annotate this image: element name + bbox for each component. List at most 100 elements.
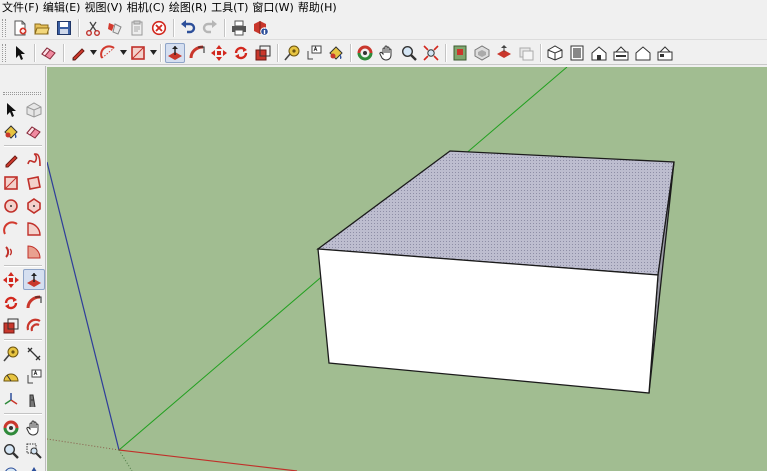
two-point-arc-icon — [27, 244, 41, 258]
3d-text-tool-button[interactable] — [23, 389, 45, 410]
new-icon — [14, 20, 27, 35]
rectangle-tool-button[interactable] — [0, 172, 22, 193]
top-view-icon — [570, 45, 584, 60]
push-pull-icon — [168, 45, 182, 60]
previous-view-tool-button[interactable] — [0, 463, 22, 471]
delete-button[interactable] — [149, 18, 169, 38]
back-view-button[interactable] — [633, 43, 653, 63]
polygon-tool-button[interactable] — [23, 195, 45, 216]
tape-measure-tool-button[interactable] — [282, 43, 302, 63]
redo-button[interactable] — [200, 18, 220, 38]
dimension-tool-button[interactable] — [23, 343, 45, 364]
pie-tool-button[interactable] — [23, 218, 45, 239]
make-component-tool-button[interactable] — [23, 99, 45, 120]
rectangle-icon — [4, 175, 18, 190]
rotate-tool-button[interactable] — [0, 292, 22, 313]
viewport-canvas[interactable] — [47, 67, 767, 471]
red-axis — [118, 449, 298, 471]
scale-tool-button[interactable] — [253, 43, 273, 63]
rotate-tool-button[interactable] — [231, 43, 251, 63]
front-view-button[interactable] — [589, 43, 609, 63]
orbit-tool-button[interactable] — [355, 43, 375, 63]
rotate-icon — [234, 46, 248, 59]
menu-help[interactable]: 帮助(H) — [298, 0, 341, 16]
print-button[interactable] — [229, 18, 249, 38]
offset-tool-button[interactable] — [23, 315, 45, 336]
zoom-extents-tool-button[interactable] — [421, 43, 441, 63]
zoom-window-tool-button[interactable] — [23, 440, 45, 461]
undo-button[interactable] — [178, 18, 198, 38]
menu-file[interactable]: 文件(F) — [2, 0, 43, 16]
palette-separator — [4, 265, 42, 266]
axes-tool-button[interactable] — [0, 389, 22, 410]
box-front-face[interactable] — [317, 248, 659, 394]
tape-measure-icon — [3, 346, 19, 362]
menu-edit[interactable]: 编辑(E) — [43, 0, 85, 16]
orbit-tool-button[interactable] — [0, 417, 22, 438]
line-tool-button[interactable] — [0, 149, 22, 170]
paint-bucket-tool-button[interactable] — [326, 43, 346, 63]
toolbar-grip[interactable] — [2, 18, 6, 37]
push-pull-tool-button[interactable] — [23, 269, 45, 290]
palette-grip[interactable] — [3, 92, 41, 95]
rotated-rectangle-tool-button[interactable] — [23, 172, 45, 193]
iso-view-button[interactable] — [545, 43, 565, 63]
arc-tool-button[interactable] — [98, 43, 118, 63]
pan-tool-button[interactable] — [23, 417, 45, 438]
upload-component-button[interactable] — [494, 43, 514, 63]
new-button[interactable] — [10, 18, 30, 38]
menu-view[interactable]: 视图(V) — [84, 0, 126, 16]
follow-me-tool-button[interactable] — [187, 43, 207, 63]
move-tool-button[interactable] — [209, 43, 229, 63]
open-button[interactable] — [32, 18, 52, 38]
arc-tool-button[interactable] — [0, 218, 22, 239]
eraser-tool-button[interactable] — [23, 121, 45, 142]
zoom-tool-button[interactable] — [0, 440, 22, 461]
modeling-viewport[interactable] — [47, 67, 767, 471]
protractor-tool-button[interactable] — [0, 366, 22, 387]
circle-tool-button[interactable] — [0, 195, 22, 216]
freehand-tool-button[interactable] — [23, 149, 45, 170]
text-tool-button[interactable] — [304, 43, 324, 63]
right-view-button[interactable] — [611, 43, 631, 63]
rectangle-dropdown[interactable] — [149, 43, 157, 63]
right-view-icon — [613, 45, 629, 60]
get-models-button[interactable] — [450, 43, 470, 63]
position-camera-tool-button[interactable] — [23, 463, 45, 471]
model-info-button[interactable] — [251, 18, 271, 38]
menu-draw[interactable]: 绘图(R) — [169, 0, 211, 16]
push-pull-tool-button[interactable] — [165, 42, 185, 63]
top-view-button[interactable] — [567, 43, 587, 63]
menu-camera[interactable]: 相机(C) — [127, 0, 169, 16]
arc-dropdown[interactable] — [119, 43, 127, 63]
eraser-tool-button[interactable] — [39, 43, 59, 63]
pan-icon — [26, 420, 39, 436]
toolbar-grip[interactable] — [2, 43, 6, 62]
three-point-arc-icon — [5, 245, 12, 258]
two-point-arc-tool-button[interactable] — [23, 241, 45, 262]
scale-tool-button[interactable] — [0, 315, 22, 336]
left-view-button[interactable] — [655, 43, 675, 63]
photo-textures-button[interactable] — [516, 43, 536, 63]
select-tool-button[interactable] — [0, 99, 22, 120]
rectangle-tool-button[interactable] — [128, 43, 148, 63]
cut-button[interactable] — [83, 18, 103, 38]
follow-me-tool-button[interactable] — [23, 292, 45, 313]
save-button[interactable] — [54, 18, 74, 38]
paint-bucket-tool-button[interactable] — [0, 121, 22, 142]
zoom-tool-button[interactable] — [399, 43, 419, 63]
menu-tools[interactable]: 工具(T) — [211, 0, 252, 16]
tape-measure-tool-button[interactable] — [0, 343, 22, 364]
select-tool-button[interactable] — [10, 43, 30, 63]
paste-button[interactable] — [127, 18, 147, 38]
move-tool-button[interactable] — [0, 269, 22, 290]
share-model-button[interactable] — [472, 43, 492, 63]
menu-window[interactable]: 窗口(W) — [252, 0, 297, 16]
pencil-dropdown[interactable] — [89, 43, 97, 63]
copy-button[interactable] — [105, 18, 125, 38]
previous-view-icon — [5, 467, 17, 471]
text-tool-button[interactable] — [23, 366, 45, 387]
pan-tool-button[interactable] — [377, 43, 397, 63]
three-point-arc-tool-button[interactable] — [0, 241, 22, 262]
pencil-tool-button[interactable] — [68, 43, 88, 63]
